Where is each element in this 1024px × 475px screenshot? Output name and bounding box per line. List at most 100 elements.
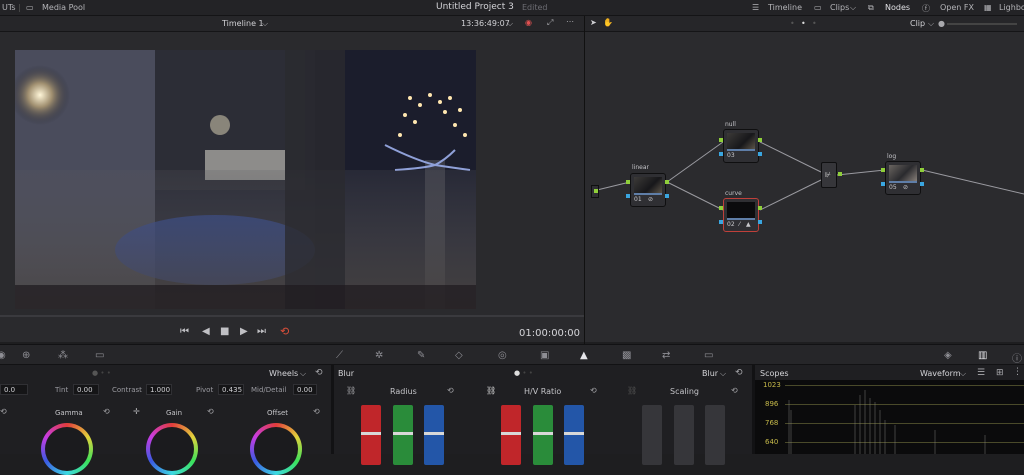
3d-icon[interactable]: ▭ <box>704 350 713 361</box>
primaries-icon[interactable]: ⁂ <box>58 350 68 361</box>
radius-green-slider[interactable] <box>393 405 413 465</box>
scaling-blue-slider[interactable] <box>705 405 725 465</box>
lightbox-toggle[interactable]: Lighbo <box>999 3 1024 12</box>
hv-blue-slider[interactable] <box>564 405 584 465</box>
clips-toggle[interactable]: Clips <box>830 3 849 12</box>
radius-red-slider[interactable] <box>361 405 381 465</box>
timeline-selector[interactable]: Timeline 1 <box>222 19 264 28</box>
parallel-mixer-node[interactable]: ⊮ <box>821 162 837 188</box>
blur-mode-selector[interactable]: Blur <box>702 369 718 378</box>
scaling-red-slider[interactable] <box>642 405 662 465</box>
hand-tool-icon[interactable]: ✋ <box>603 18 613 27</box>
alpha-input-connector[interactable] <box>881 182 885 186</box>
rgb-output-connector[interactable] <box>665 180 669 184</box>
scope-settings-icon[interactable]: ☰ <box>977 368 985 378</box>
rgb-output-connector[interactable] <box>920 168 924 172</box>
node-curve[interactable]: 02 ⁄ ▲ <box>723 198 759 232</box>
page-dot-icon[interactable]: • <box>812 19 817 28</box>
alpha-output-connector[interactable] <box>758 152 762 156</box>
scope-type-selector[interactable]: Waveform <box>920 369 961 378</box>
bypass-icon[interactable]: ⊘ <box>648 196 653 203</box>
radius-blue-slider[interactable] <box>424 405 444 465</box>
curves-tool-icon[interactable]: ⟋ <box>336 350 343 361</box>
pointer-tool-icon[interactable]: ➤ <box>590 18 597 27</box>
scope-expand-icon[interactable]: ⊞ <box>996 368 1004 378</box>
zoom-handle-icon[interactable]: ● <box>938 19 945 28</box>
camera-raw-icon[interactable]: ◉ <box>0 350 6 361</box>
color-wheel-icon[interactable]: ◉ <box>525 18 532 27</box>
clips-icon[interactable]: ▭ <box>814 3 822 12</box>
bypass-icon[interactable]: ⊘ <box>903 184 908 191</box>
hv-reset-icon[interactable]: ⟲ <box>590 386 597 395</box>
alpha-output-connector[interactable] <box>920 182 924 186</box>
alpha-output-connector[interactable] <box>665 194 669 198</box>
scaling-link-icon[interactable]: ⛓ <box>627 386 637 395</box>
blur-icon[interactable]: ▲ <box>746 221 751 228</box>
more-options-icon[interactable]: ⋯ <box>566 17 574 26</box>
key-icon[interactable]: ▩ <box>622 350 631 361</box>
node-null[interactable]: 03 <box>723 129 759 163</box>
mixer-output-connector[interactable] <box>838 172 842 176</box>
offset-reset-icon[interactable]: ⟲ <box>313 407 320 416</box>
hv-green-slider[interactable] <box>533 405 553 465</box>
luts-tab[interactable]: UTs <box>2 3 16 12</box>
alpha-output-connector[interactable] <box>758 220 762 224</box>
node-linear[interactable]: 01 ⊘ <box>630 173 666 207</box>
rgb-input-connector[interactable] <box>626 180 630 184</box>
input-connector[interactable] <box>594 189 598 193</box>
tracker-icon[interactable]: ◎ <box>498 350 507 361</box>
alpha-input-connector[interactable] <box>719 152 723 156</box>
magic-mask-icon[interactable]: ▣ <box>540 350 549 361</box>
page-dot-active-icon[interactable]: ● • • <box>92 369 111 377</box>
curves-icon[interactable]: ⁄ <box>739 221 740 228</box>
radius-reset-icon[interactable]: ⟲ <box>447 386 454 395</box>
link-icon[interactable]: ⛓ <box>346 386 356 395</box>
rgb-input-connector[interactable] <box>719 138 723 142</box>
qualifier-icon[interactable]: ✎ <box>417 350 425 361</box>
alpha-input-connector[interactable] <box>626 194 630 198</box>
stop-icon[interactable]: ■ <box>220 326 229 337</box>
timeline-toggle[interactable]: Timeline <box>768 3 802 12</box>
alpha-input-connector[interactable] <box>719 220 723 224</box>
skip-to-start-icon[interactable]: ⏮ <box>180 326 189 337</box>
node-editor[interactable]: linear 01 ⊘ null 03 curve 02 ⁄ ▲ ⊮ log 0 <box>585 32 1024 342</box>
nodes-toggle[interactable]: Nodes <box>885 3 910 12</box>
mode-chevron-icon[interactable]: ⌵ <box>928 19 934 29</box>
hdr-icon[interactable]: ▭ <box>95 350 104 361</box>
scrubber-bar[interactable] <box>0 315 584 317</box>
play-reverse-icon[interactable]: ◀ <box>202 326 210 337</box>
video-frame[interactable] <box>15 50 476 309</box>
rgb-output-connector[interactable] <box>758 138 762 142</box>
scaling-reset-icon[interactable]: ⟲ <box>731 386 738 395</box>
openfx-toggle[interactable]: Open FX <box>940 3 974 12</box>
gain-reset-icon[interactable]: ⟲ <box>207 407 214 416</box>
play-icon[interactable]: ▶ <box>240 326 248 337</box>
hv-red-slider[interactable] <box>501 405 521 465</box>
info-icon[interactable]: ⓘ <box>1012 350 1022 365</box>
rgb-input-connector[interactable] <box>719 206 723 210</box>
skip-to-end-icon[interactable]: ⏭ <box>257 326 266 337</box>
color-warper-icon[interactable]: ✲ <box>375 350 383 361</box>
media-pool-tab[interactable]: Media Pool <box>42 3 85 12</box>
page-dot-icon[interactable]: • <box>790 19 795 28</box>
temp-field[interactable]: 0.0 <box>0 384 28 395</box>
scopes-icon[interactable]: ▥ <box>978 350 987 361</box>
tint-field[interactable]: 0.00 <box>73 384 99 395</box>
pause-icon[interactable]: ◈ <box>944 350 952 361</box>
page-dot-active-icon[interactable]: • <box>801 19 806 28</box>
gain-picker-icon[interactable]: ✛ <box>133 407 140 416</box>
timecode-chevron-icon[interactable]: ⌵ <box>507 19 513 29</box>
gamma-color-wheel[interactable] <box>41 423 93 475</box>
fullscreen-icon[interactable]: ⤢ <box>547 18 553 28</box>
offset-color-wheel[interactable] <box>250 423 302 475</box>
primaries-mode-selector[interactable]: Wheels <box>269 369 298 378</box>
middetail-field[interactable]: 0.00 <box>293 384 317 395</box>
node-mode-selector[interactable]: Clip <box>910 19 925 28</box>
scaling-green-slider[interactable] <box>674 405 694 465</box>
scope-chevron-icon[interactable]: ⌵ <box>960 369 966 379</box>
reset-icon[interactable]: ⟲ <box>315 368 323 378</box>
sizing-icon[interactable]: ⇄ <box>662 350 670 361</box>
timeline-icon[interactable]: ☰ <box>752 3 759 12</box>
timeline-chevron-icon[interactable]: ⌵ <box>262 19 268 29</box>
window-icon[interactable]: ◇ <box>455 350 463 361</box>
